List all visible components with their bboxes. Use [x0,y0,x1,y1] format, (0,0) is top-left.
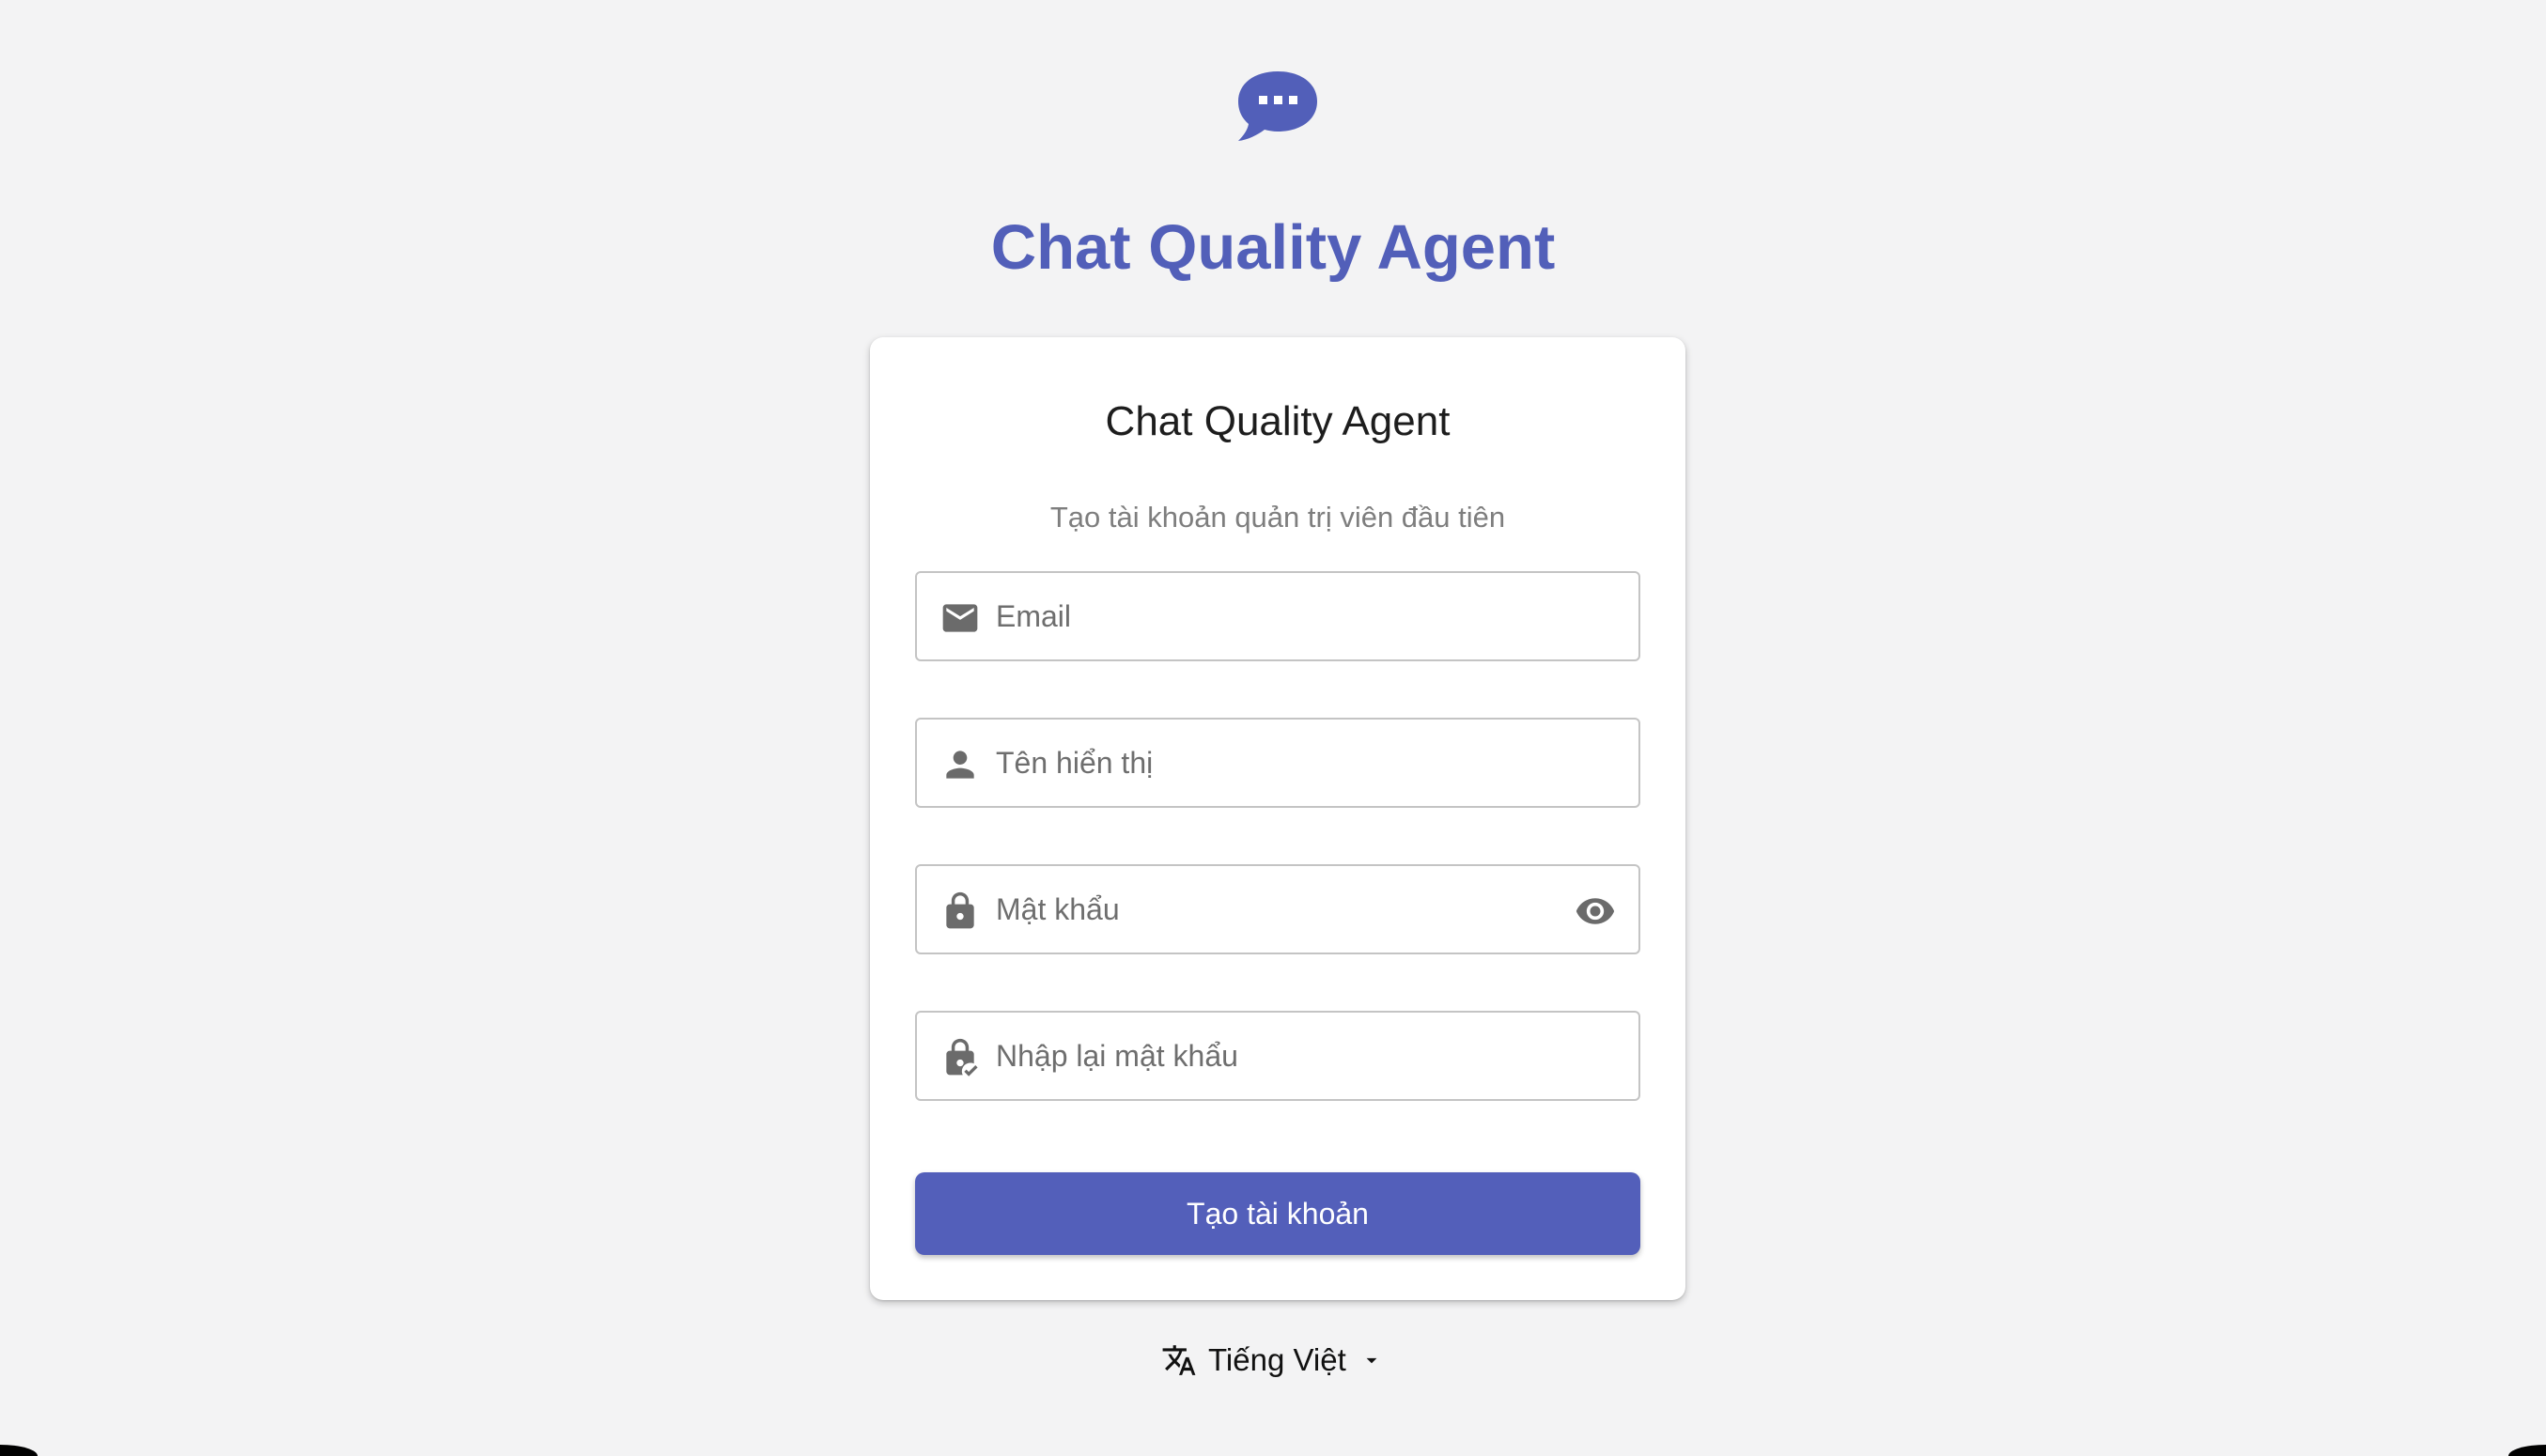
window-corner-right [2508,1445,2546,1456]
lock-icon [946,891,974,929]
envelope-icon [942,604,978,632]
language-selector[interactable]: Tiếng Việt [1161,1336,1384,1385]
display-name-input[interactable] [996,720,1616,806]
page: Chat Quality Agent Chat Quality Agent Tạ… [0,0,2546,1456]
password-field-wrapper [915,864,1640,954]
card-title: Chat Quality Agent [1105,398,1451,444]
display-name-field-wrapper [915,718,1640,808]
email-field-wrapper [915,571,1640,661]
confirm-password-field-wrapper [915,1011,1640,1101]
lock-check-icon [946,1038,978,1077]
confirm-password-input[interactable] [996,1013,1616,1099]
password-input[interactable] [996,866,1560,953]
setup-card: Chat Quality Agent Tạo tài khoản quản tr… [870,337,1685,1300]
card-subtitle: Tạo tài khoản quản trị viên đầu tiên [1049,501,1506,534]
chat-bubble-icon [1238,71,1317,141]
eye-icon[interactable] [1573,891,1618,932]
email-input[interactable] [996,573,1616,659]
person-icon [946,751,974,779]
language-label: Tiếng Việt [1208,1342,1346,1377]
caret-down-icon [1366,1357,1377,1364]
window-corner-left [0,1445,38,1456]
create-account-button[interactable]: Tạo tài khoản [915,1172,1640,1255]
app-title: Chat Quality Agent [990,212,1556,283]
translate-icon [1162,1345,1196,1375]
